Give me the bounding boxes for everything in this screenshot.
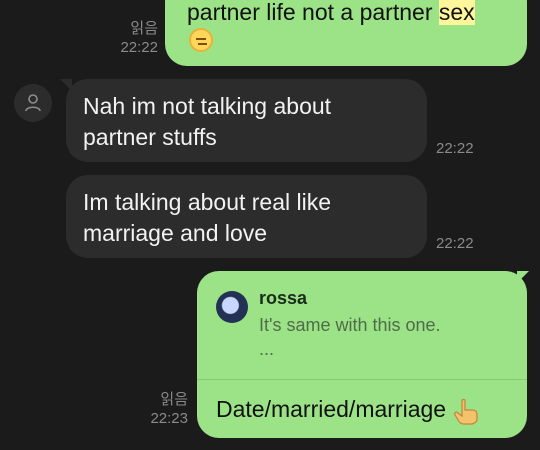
pointing-hand-icon — [454, 398, 479, 425]
message-time: 22:22 — [436, 235, 474, 252]
highlighted-word: sex — [438, 0, 475, 25]
message-text: Date/married/marriage — [216, 396, 447, 422]
reply-divider — [197, 379, 527, 380]
read-label: 읽음 — [160, 391, 188, 408]
message-line: marriage and love — [83, 220, 268, 246]
message-time: 22:23 — [150, 410, 188, 427]
message-time: 22:22 — [120, 39, 158, 56]
reply-preview-text: It's same with this one. — [259, 315, 441, 335]
read-status-bottom: 읽음 22:23 — [138, 390, 188, 428]
incoming-message-1[interactable]: Nah im not talking about partner stuffs — [66, 79, 427, 162]
read-label: 읽음 — [130, 20, 158, 37]
read-status-top: 읽음 22:22 — [108, 19, 158, 57]
message-text: partner life not a partner — [187, 0, 433, 25]
message-line: Im talking about real like — [83, 189, 332, 215]
person-icon — [25, 94, 41, 112]
message-line: partner stuffs — [83, 124, 217, 150]
expressionless-emoji-icon — [189, 28, 213, 52]
outgoing-reply-message[interactable]: rossa It's same with this one. ... Date/… — [197, 271, 527, 438]
message-time: 22:22 — [436, 140, 474, 157]
outgoing-message-top[interactable]: partner life not a partner sex — [165, 0, 527, 66]
message-line: Nah im not talking about — [83, 93, 332, 119]
contact-avatar[interactable] — [14, 84, 52, 122]
reply-sender-name: rossa — [259, 288, 308, 308]
reply-avatar — [216, 291, 248, 323]
incoming-message-2[interactable]: Im talking about real like marriage and … — [66, 175, 427, 258]
reply-preview-ellipsis: ... — [259, 339, 275, 359]
